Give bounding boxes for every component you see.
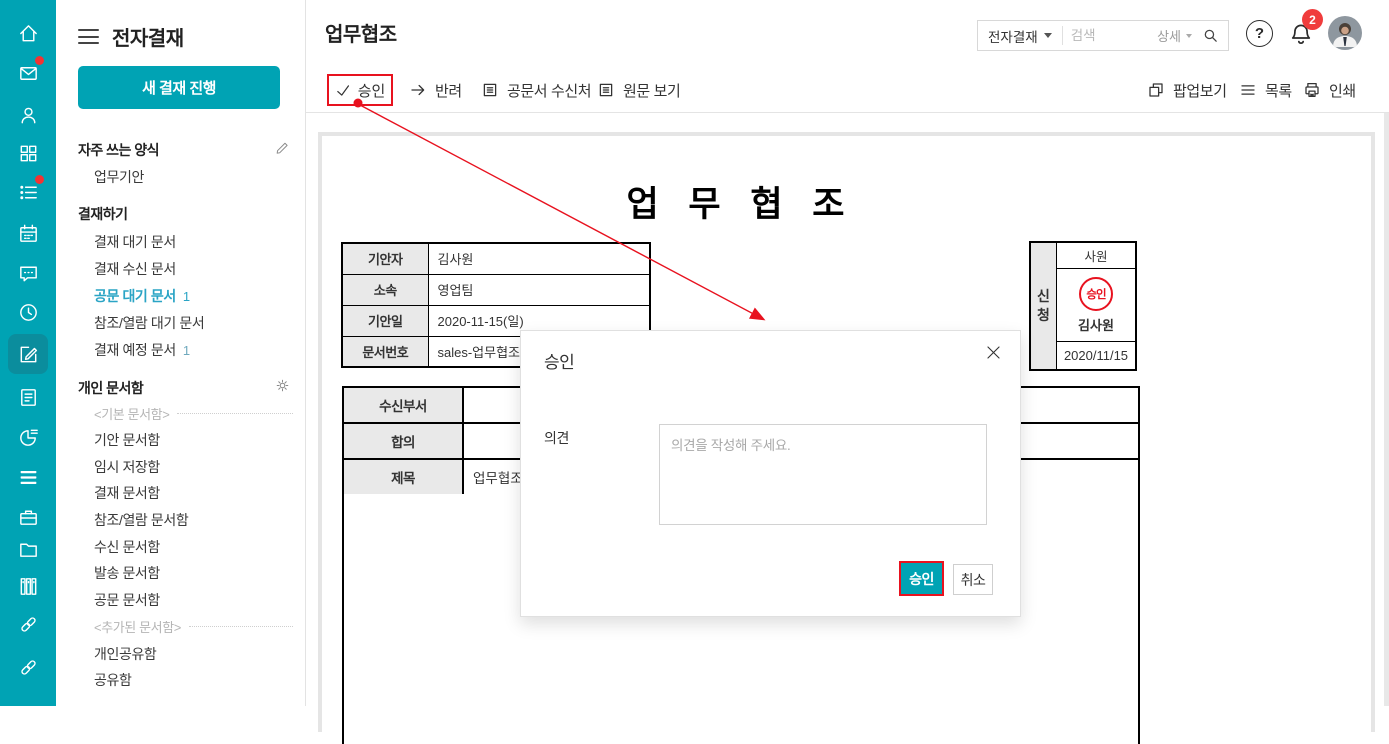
- list-view-button[interactable]: 목록: [1239, 74, 1292, 106]
- search-detail-toggle[interactable]: 상세: [1157, 26, 1192, 45]
- table-row: 기안자 김사원: [341, 242, 651, 275]
- task-alert-dot: [35, 175, 44, 184]
- comment-textarea[interactable]: [659, 424, 987, 525]
- sidebar-item-favorite-form[interactable]: 업무기안: [94, 167, 144, 187]
- favorites-section-title: 자주 쓰는 양식: [78, 142, 160, 158]
- clock-icon[interactable]: [8, 292, 48, 332]
- document-list-icon: [483, 83, 497, 97]
- sidebar-item-official-waiting-docs[interactable]: 공문 대기 문서 1: [94, 286, 190, 306]
- approval-stamp-box: 신청 사원 승인 김사원 2020/11/15: [1029, 241, 1137, 371]
- archive-icon[interactable]: [8, 566, 48, 606]
- print-button[interactable]: 인쇄: [1303, 74, 1356, 106]
- sidebar-item-sent-box[interactable]: 발송 문서함: [94, 563, 160, 583]
- gear-icon[interactable]: [274, 377, 291, 399]
- sidebar-item-received-box[interactable]: 수신 문서함: [94, 537, 160, 557]
- folder-icon[interactable]: [8, 529, 48, 569]
- stamp-group-label: 신청: [1031, 243, 1057, 369]
- notification-badge: 2: [1302, 9, 1323, 30]
- print-icon: [1305, 82, 1319, 98]
- stamp-date: 2020/11/15: [1063, 348, 1129, 363]
- rows-icon[interactable]: [8, 457, 48, 497]
- item-count-badge: 1: [182, 289, 190, 304]
- approve-section-title: 결재하기: [78, 206, 128, 222]
- chat-icon[interactable]: [8, 253, 48, 293]
- chevron-down-icon: [1043, 33, 1052, 38]
- reject-toolbar-button[interactable]: 반려: [409, 74, 462, 106]
- note-icon[interactable]: [8, 377, 48, 417]
- sidebar-item-waiting-docs[interactable]: 결재 대기 문서: [94, 232, 176, 252]
- modal-title: 승인: [544, 353, 575, 372]
- report-pie-icon[interactable]: [8, 417, 48, 457]
- sidebar-item-received-docs[interactable]: 결재 수신 문서: [94, 259, 176, 279]
- avatar[interactable]: [1328, 16, 1362, 50]
- search-input[interactable]: [1062, 28, 1158, 43]
- module-title: 전자결재: [112, 28, 184, 50]
- app-rail: [0, 0, 56, 706]
- sidebar-item-share-box[interactable]: 공유함: [94, 670, 132, 690]
- sidebar-item-draft-box[interactable]: 기안 문서함: [94, 430, 160, 450]
- personal-box-section-title: 개인 문서함: [78, 380, 144, 396]
- group-basic-label: <기본 문서함>: [94, 407, 170, 422]
- list-lines-icon: [1241, 85, 1255, 95]
- sidebar: 전자결재 새 결재 진행 자주 쓰는 양식 업무기안 결재하기 결재 대기 문서…: [56, 0, 306, 706]
- search-bar: 전자결재 상세: [977, 20, 1229, 51]
- calendar-icon[interactable]: [8, 213, 48, 253]
- sidebar-item-personal-share-box[interactable]: 개인공유함: [94, 644, 157, 664]
- stamp-rank: 사원: [1057, 243, 1135, 269]
- sidebar-item-reference-waiting-docs[interactable]: 참조/열람 대기 문서: [94, 313, 205, 333]
- menu-hamburger-icon[interactable]: [78, 29, 99, 44]
- close-icon[interactable]: [980, 339, 1006, 365]
- person-icon[interactable]: [8, 95, 48, 135]
- modal-cancel-button[interactable]: 취소: [953, 564, 993, 595]
- approval-seal: 승인: [1079, 276, 1113, 311]
- edit-pencil-icon[interactable]: [274, 139, 291, 161]
- home-icon[interactable]: [8, 13, 48, 53]
- link-icon[interactable]: [8, 604, 48, 644]
- new-approval-button[interactable]: 새 결재 진행: [78, 66, 280, 109]
- sidebar-item-scheduled-docs[interactable]: 결재 예정 문서 1: [94, 340, 190, 360]
- arrow-right-icon: [411, 84, 425, 96]
- modal-approve-button[interactable]: 승인: [901, 563, 942, 594]
- mail-alert-dot: [35, 56, 44, 65]
- search-icon[interactable]: [1192, 27, 1228, 44]
- approve-toolbar-button[interactable]: 승인: [327, 74, 393, 106]
- search-scope-dropdown[interactable]: 전자결재: [978, 26, 1062, 46]
- item-count-badge: 1: [182, 343, 190, 358]
- table-row: 소속 영업팀: [341, 273, 651, 306]
- popup-view-button[interactable]: 팝업보기: [1147, 74, 1227, 106]
- sidebar-item-official-box[interactable]: 공문 문서함: [94, 590, 160, 610]
- view-original-toolbar-button[interactable]: 원문 보기: [597, 74, 681, 106]
- popup-windows-icon: [1149, 83, 1163, 97]
- sidebar-item-approved-box[interactable]: 결재 문서함: [94, 483, 160, 503]
- modal-approve-highlight-box: 승인: [899, 561, 944, 596]
- help-button[interactable]: ?: [1246, 20, 1273, 47]
- approve-modal: 승인 의견 승인 취소: [520, 330, 1021, 617]
- document-list-icon: [599, 83, 613, 97]
- page-title: 업무협조: [325, 24, 397, 46]
- link2-icon[interactable]: [8, 647, 48, 687]
- document-title: 업 무 협 조: [626, 185, 855, 224]
- stamp-name: 김사원: [1078, 317, 1114, 333]
- vertical-scrollbar[interactable]: [1384, 113, 1389, 706]
- apps-grid-icon[interactable]: [8, 133, 48, 173]
- edit-document-icon[interactable]: [8, 334, 48, 374]
- check-icon: [336, 84, 349, 96]
- group-added-label: <추가된 문서함>: [94, 620, 181, 635]
- sidebar-item-reference-box[interactable]: 참조/열람 문서함: [94, 510, 189, 530]
- comment-label: 의견: [544, 430, 569, 446]
- official-receivers-toolbar-button[interactable]: 공문서 수신처: [481, 74, 592, 106]
- sidebar-item-temp-box[interactable]: 임시 저장함: [94, 457, 160, 477]
- toolbar-divider: [306, 112, 1389, 113]
